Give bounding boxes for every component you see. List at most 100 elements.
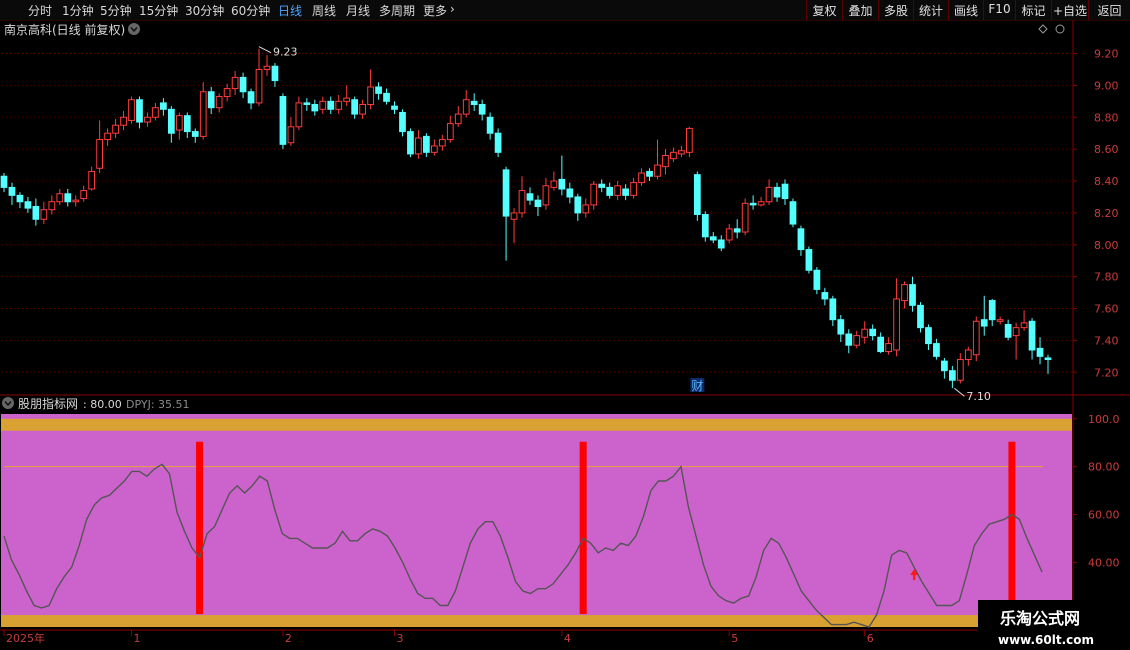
candle-body-27	[215, 96, 223, 109]
candle-body-54	[430, 145, 438, 153]
candle-body-38	[303, 102, 311, 106]
candle-body-127	[1012, 327, 1020, 337]
candle-body-111	[885, 343, 892, 353]
candle-body-6	[48, 201, 56, 211]
candle-64	[510, 208, 518, 244]
upper-band	[1, 418, 1072, 431]
candle-53	[423, 133, 430, 158]
low-price-label: 7.10	[966, 390, 991, 403]
candle-119	[948, 365, 956, 389]
indicator-line-label: DPYJ: 35.51	[126, 398, 190, 411]
candle-12	[96, 120, 104, 174]
event-marker-label: 财	[691, 379, 703, 393]
candle-65	[518, 176, 526, 218]
indicator-tick-label-0: 100.0	[1088, 413, 1120, 426]
candle-body-115	[917, 304, 924, 329]
candle-106	[845, 329, 853, 354]
candle-45	[359, 99, 366, 119]
candle-body-107	[853, 335, 861, 346]
candle-31	[247, 88, 255, 110]
candle-body-116	[925, 327, 932, 345]
candle-body-50	[399, 111, 406, 133]
candle-body-47	[375, 86, 382, 94]
candle-body-101	[805, 249, 813, 271]
candle-body-35	[279, 96, 287, 145]
candle-body-114	[909, 284, 916, 306]
candle-128	[1020, 310, 1028, 331]
candle-body-11	[88, 170, 96, 190]
candle-99	[789, 198, 797, 228]
candle-114	[909, 276, 916, 312]
candle-23	[183, 112, 191, 138]
candle-body-119	[948, 370, 956, 381]
candle-77	[614, 181, 622, 201]
candle-50	[399, 109, 406, 137]
candle-105	[837, 314, 845, 342]
candle-27	[215, 93, 223, 113]
candle-body-20	[160, 102, 167, 110]
candle-body-69	[550, 180, 558, 188]
candle-body-84	[670, 151, 677, 160]
candle-body-99	[789, 201, 797, 225]
candle-body-55	[438, 139, 446, 147]
candle-body-66	[526, 193, 534, 201]
price-tick-label-1: 9.00	[1094, 79, 1119, 92]
candle-102	[813, 267, 821, 295]
candle-69	[550, 171, 558, 191]
candle-68	[542, 177, 550, 210]
candle-47	[375, 82, 382, 100]
candle-body-86	[686, 127, 693, 153]
candle-body-61	[486, 116, 494, 134]
title-dropdown-icon	[128, 23, 140, 35]
candle-body-89	[709, 236, 717, 241]
time-label-4: 4	[564, 632, 571, 645]
candle-39	[311, 99, 319, 116]
candle-body-117	[933, 343, 940, 357]
candle-26	[207, 86, 215, 115]
time-label-2: 2	[285, 632, 292, 645]
candle-body-90	[717, 239, 725, 249]
stock-chart: 9.20 9.00 8.80 8.60 8.40 8.20 8.00 7.80 7.60 7.40…	[0, 20, 1130, 650]
candle-body-53	[423, 135, 430, 153]
candle-body-59	[470, 100, 478, 106]
candle-body-49	[391, 105, 398, 110]
candle-body-93	[741, 202, 749, 233]
candle-115	[917, 302, 924, 333]
candle-125	[996, 316, 1004, 325]
candle-43	[343, 85, 351, 107]
candle-body-16	[128, 99, 135, 121]
candle-81	[646, 168, 653, 182]
price-tick-label-10: 7.20	[1094, 366, 1119, 379]
candle-body-73	[582, 204, 590, 214]
indicator-tick-label-1: 80.00	[1088, 461, 1120, 474]
candle-body-72	[574, 196, 582, 214]
candle-body-124	[988, 300, 996, 321]
candle-body-130	[1036, 347, 1044, 357]
signal-bar-0	[196, 441, 204, 615]
candle-15	[120, 110, 127, 131]
candle-body-51	[407, 131, 414, 155]
candle-body-40	[319, 100, 327, 110]
candle-body-12	[96, 139, 104, 169]
candle-body-100	[797, 228, 805, 251]
candle-63	[502, 166, 510, 261]
candle-71	[566, 182, 574, 204]
indicator-dropdown-icon	[2, 397, 14, 409]
candle-57	[454, 106, 462, 127]
time-label-1: 1	[134, 632, 141, 645]
candle-body-36	[287, 126, 295, 144]
candle-25	[199, 82, 207, 140]
candle-130	[1036, 337, 1044, 365]
candle-body-122	[972, 320, 980, 356]
candle-6	[48, 195, 56, 215]
candle-95	[757, 196, 765, 207]
candle-97	[773, 182, 781, 202]
candle-126	[1004, 319, 1012, 341]
main-chart-title: 南京高科(日线 前复权)	[4, 22, 125, 37]
candle-body-37	[295, 102, 303, 128]
candle-56	[446, 115, 454, 143]
candle-67	[534, 195, 542, 217]
candle-122	[972, 316, 980, 362]
candle-body-31	[247, 91, 255, 104]
candle-body-71	[566, 188, 574, 198]
